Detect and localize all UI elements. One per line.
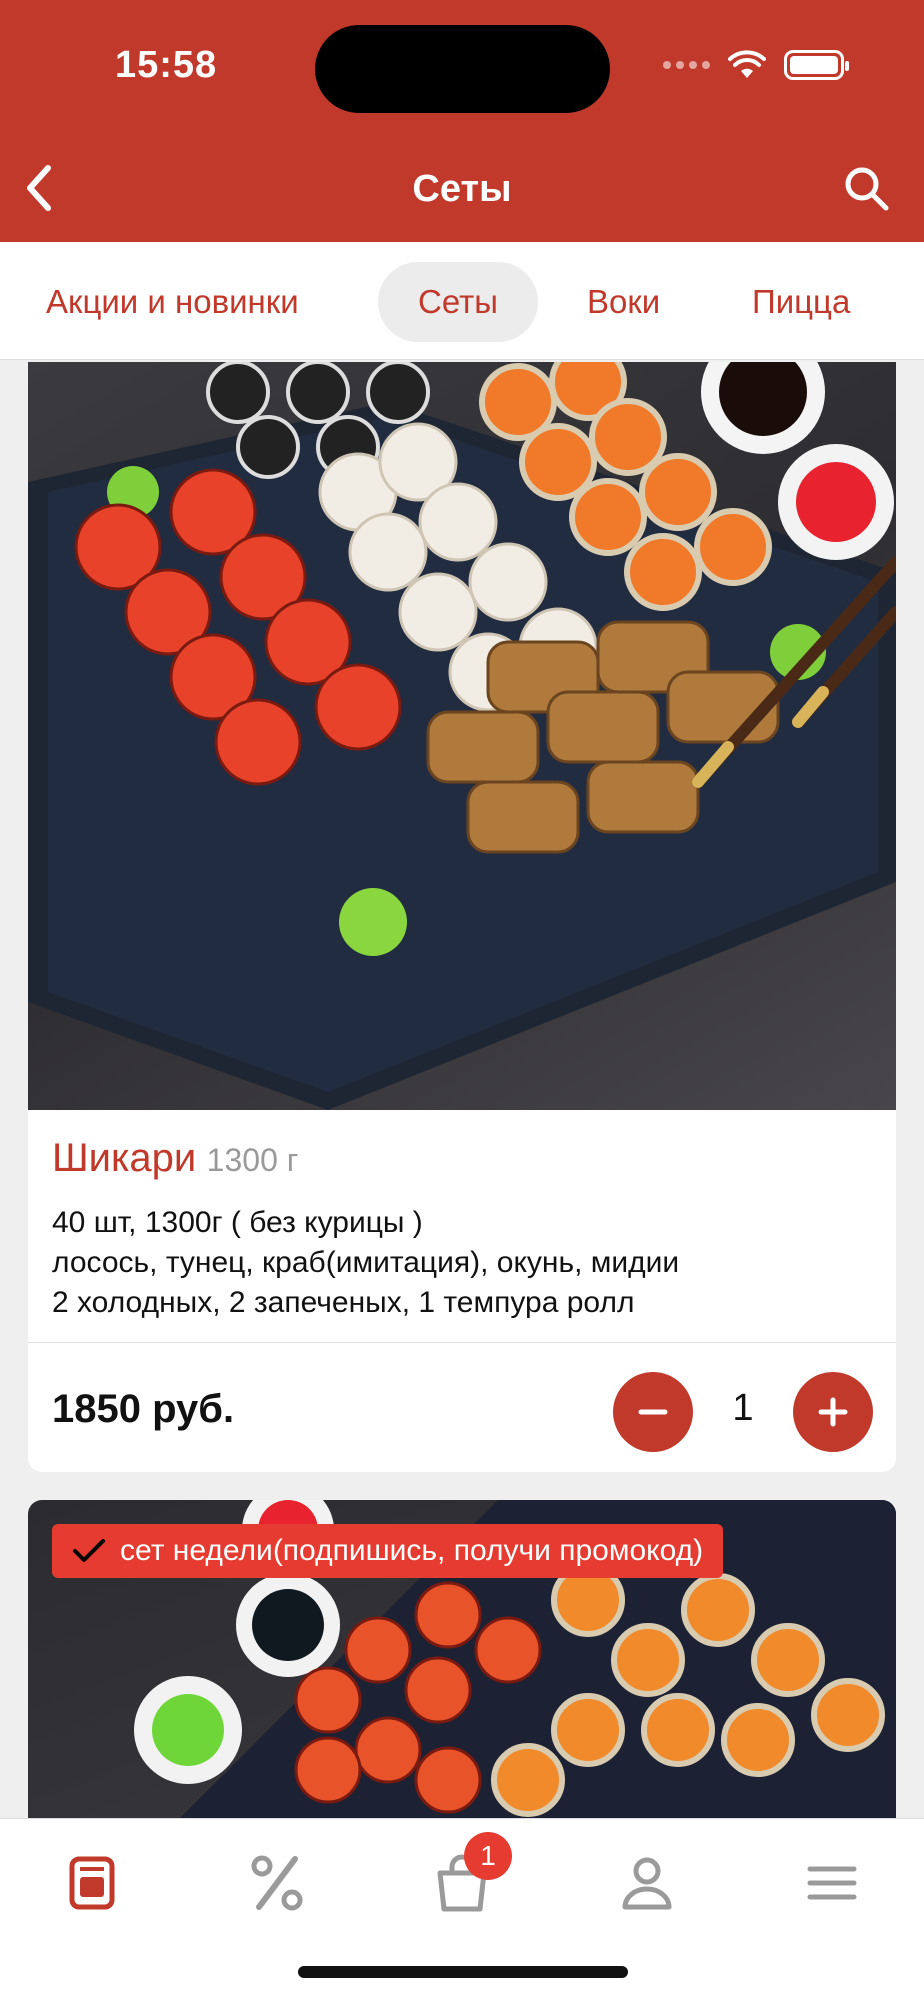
search-icon[interactable] (842, 164, 890, 212)
quantity-value: 1 (732, 1387, 754, 1429)
product-description: 40 шт, 1300г ( без курицы ) лосось, туне… (52, 1203, 872, 1323)
category-tabs: Акции и новинки Сеты Воки Пицца (0, 242, 924, 360)
battery-icon (784, 50, 849, 80)
promo-badge: сет недели(подпишись, получи промокод) (52, 1524, 724, 1578)
page-title: Сеты (412, 168, 512, 210)
discount-icon[interactable] (245, 1851, 309, 1915)
minus-icon (638, 1409, 668, 1415)
product-weight: 1300 г (206, 1142, 299, 1178)
description-line: 2 холодных, 2 запеченых, 1 темпура ролл (52, 1286, 635, 1319)
divider (28, 1342, 896, 1343)
increase-quantity-button[interactable] (793, 1372, 873, 1452)
plus-icon (818, 1397, 848, 1427)
product-info: Шикари 1300 г 40 шт, 1300г ( без курицы … (52, 1136, 872, 1323)
status-time: 15:58 (115, 44, 218, 86)
tab-pizza[interactable]: Пицца (712, 262, 890, 342)
checkmark-icon (73, 1539, 105, 1562)
signal-icon (663, 61, 710, 69)
decrease-quantity-button[interactable] (613, 1372, 693, 1452)
tab-woks[interactable]: Воки (547, 262, 700, 342)
tab-promotions[interactable]: Акции и новинки (6, 262, 339, 342)
product-name: Шикари (52, 1136, 197, 1180)
product-card[interactable]: сет недели(подпишись, получи промокод) (28, 1500, 896, 1820)
status-icons (663, 50, 849, 80)
menu-icon[interactable] (60, 1851, 124, 1915)
hamburger-icon[interactable] (800, 1851, 864, 1915)
cart-count-badge: 1 (464, 1832, 512, 1880)
product-card[interactable]: Шикари 1300 г 40 шт, 1300г ( без курицы … (28, 362, 896, 1472)
app-header: 15:58 Сеты (0, 0, 924, 242)
product-photo (28, 362, 896, 1110)
description-line: 40 шт, 1300г ( без курицы ) (52, 1206, 423, 1239)
wifi-icon (728, 50, 766, 78)
product-price: 1850 руб. (52, 1387, 235, 1431)
dynamic-island (315, 25, 610, 113)
tab-sets[interactable]: Сеты (378, 262, 538, 342)
home-indicator[interactable] (298, 1966, 628, 1978)
description-line: лосось, тунец, краб(имитация), окунь, ми… (52, 1246, 680, 1279)
promo-badge-label: сет недели(подпишись, получи промокод) (120, 1534, 704, 1567)
profile-icon[interactable] (615, 1851, 679, 1915)
